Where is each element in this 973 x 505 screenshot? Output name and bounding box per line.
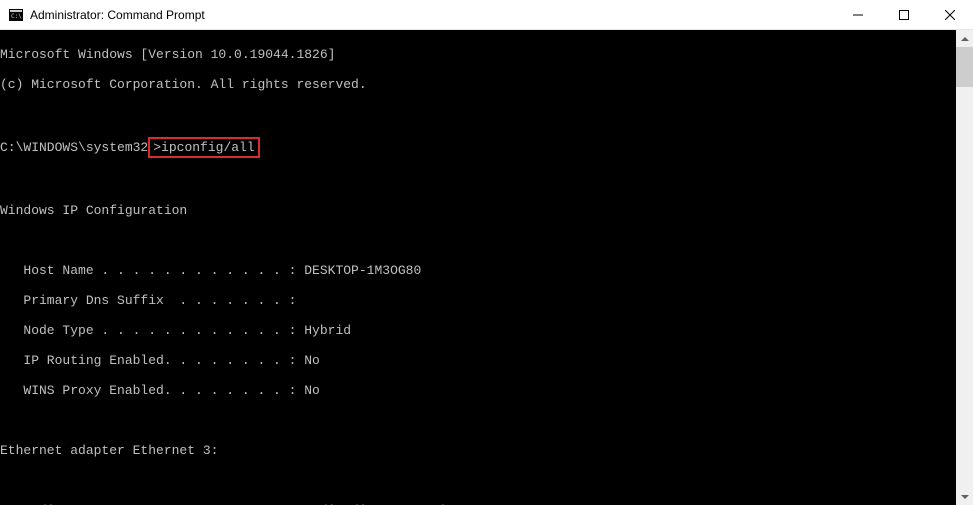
primary-dns-row: Primary Dns Suffix . . . . . . . : <box>0 293 956 308</box>
blank <box>0 107 956 122</box>
command-highlight: >ipconfig/all <box>148 137 259 158</box>
maximize-button[interactable] <box>881 0 927 29</box>
wins-proxy-value: No <box>304 383 320 398</box>
ip-routing-row: IP Routing Enabled. . . . . . . . : No <box>0 353 956 368</box>
scroll-down-button[interactable] <box>956 488 973 505</box>
console-wrapper: Microsoft Windows [Version 10.0.19044.18… <box>0 30 973 505</box>
blank <box>0 473 956 488</box>
scroll-up-button[interactable] <box>956 30 973 47</box>
wins-proxy-row: WINS Proxy Enabled. . . . . . . . : No <box>0 383 956 398</box>
minimize-button[interactable] <box>835 0 881 29</box>
scrollbar-track[interactable] <box>956 47 973 488</box>
blank <box>0 413 956 428</box>
blank <box>0 233 956 248</box>
cmd-icon: C:\ <box>8 7 24 23</box>
copyright-line: (c) Microsoft Corporation. All rights re… <box>0 77 956 92</box>
ethernet-section-title: Ethernet adapter Ethernet 3: <box>0 443 956 458</box>
prompt-path: C:\WINDOWS\system32 <box>0 140 148 155</box>
window-title: Administrator: Command Prompt <box>30 8 835 22</box>
host-name-row: Host Name . . . . . . . . . . . . : DESK… <box>0 263 956 278</box>
vertical-scrollbar[interactable] <box>956 30 973 505</box>
blank <box>0 173 956 188</box>
command-text: >ipconfig/all <box>153 140 254 155</box>
scrollbar-thumb[interactable] <box>956 47 973 87</box>
window-controls <box>835 0 973 29</box>
close-button[interactable] <box>927 0 973 29</box>
host-name-value: DESKTOP-1M3OG80 <box>304 263 421 278</box>
version-line: Microsoft Windows [Version 10.0.19044.18… <box>0 47 956 62</box>
ip-routing-value: No <box>304 353 320 368</box>
ipconfig-title: Windows IP Configuration <box>0 203 956 218</box>
svg-text:C:\: C:\ <box>11 13 22 20</box>
console-output[interactable]: Microsoft Windows [Version 10.0.19044.18… <box>0 30 956 505</box>
node-type-value: Hybrid <box>304 323 351 338</box>
prompt-line: C:\WINDOWS\system32 >ipconfig/all <box>0 137 956 158</box>
node-type-row: Node Type . . . . . . . . . . . . : Hybr… <box>0 323 956 338</box>
titlebar[interactable]: C:\ Administrator: Command Prompt <box>0 0 973 30</box>
